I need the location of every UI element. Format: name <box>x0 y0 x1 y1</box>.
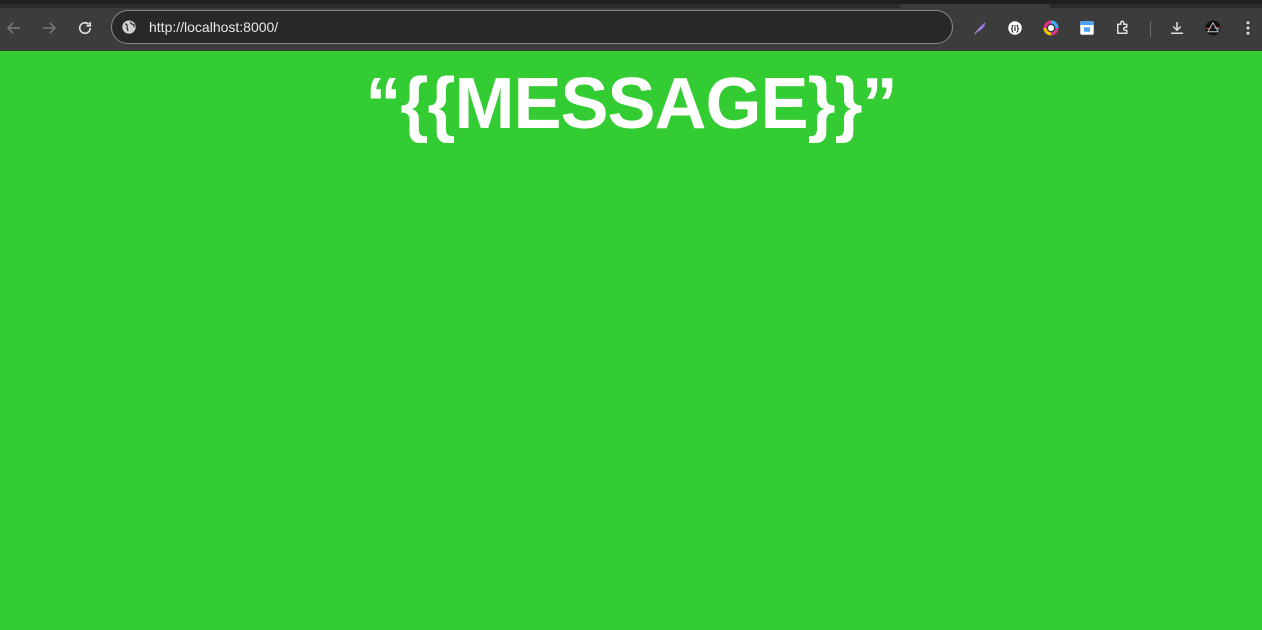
avatar <box>1205 20 1221 36</box>
arrow-left-icon <box>6 22 20 34</box>
page-message: “{{MESSAGE}}” <box>365 64 897 144</box>
toolbar-divider <box>1150 21 1151 37</box>
downloads-button[interactable] <box>1167 18 1187 38</box>
back-button[interactable] <box>3 17 25 39</box>
puzzle-icon <box>1117 20 1128 34</box>
color-picker-extension-icon <box>1043 20 1059 36</box>
reload-button[interactable] <box>74 17 96 39</box>
color-picker-extension-button[interactable] <box>1041 18 1061 38</box>
svg-text:{i}: {i} <box>1011 24 1021 33</box>
extensions-button[interactable] <box>1113 18 1133 38</box>
screenshot-extension-button[interactable] <box>1077 18 1097 38</box>
globe-icon[interactable] <box>121 19 137 35</box>
tab-strip-right <box>1050 4 1262 8</box>
kebab-menu-icon <box>1246 21 1250 35</box>
browser-toolbar: http://localhost:8000/ {i} <box>0 0 1262 51</box>
feather-extension-icon <box>974 22 986 35</box>
info-extension-icon: {i} <box>1008 21 1022 35</box>
tab-strip <box>0 4 900 8</box>
address-bar[interactable]: http://localhost:8000/ <box>111 10 953 44</box>
arrow-right-icon <box>43 22 57 34</box>
feather-extension-button[interactable] <box>970 18 990 38</box>
profile-button[interactable] <box>1203 18 1223 38</box>
download-icon <box>1171 22 1183 34</box>
reload-icon <box>78 21 92 35</box>
browser-menu-button[interactable] <box>1238 18 1258 38</box>
forward-button[interactable] <box>38 17 60 39</box>
screenshot-extension-icon <box>1080 21 1094 35</box>
url-text[interactable]: http://localhost:8000/ <box>149 19 278 35</box>
info-extension-button[interactable]: {i} <box>1005 18 1025 38</box>
